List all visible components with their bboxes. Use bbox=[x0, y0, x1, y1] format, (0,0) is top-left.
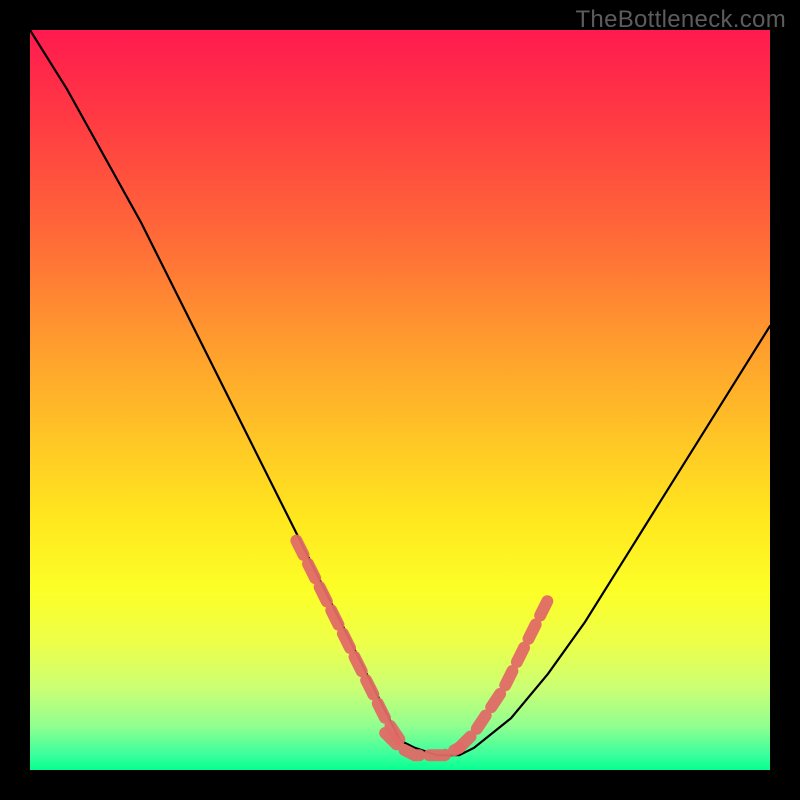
highlight-right bbox=[459, 600, 548, 748]
curve-layer bbox=[30, 30, 770, 770]
chart-stage: TheBottleneck.com bbox=[0, 0, 800, 800]
highlight-bottom bbox=[385, 733, 459, 755]
highlight-left bbox=[296, 541, 400, 741]
bottleneck-curve bbox=[30, 30, 770, 755]
plot-area bbox=[30, 30, 770, 770]
watermark-text: TheBottleneck.com bbox=[575, 6, 786, 34]
